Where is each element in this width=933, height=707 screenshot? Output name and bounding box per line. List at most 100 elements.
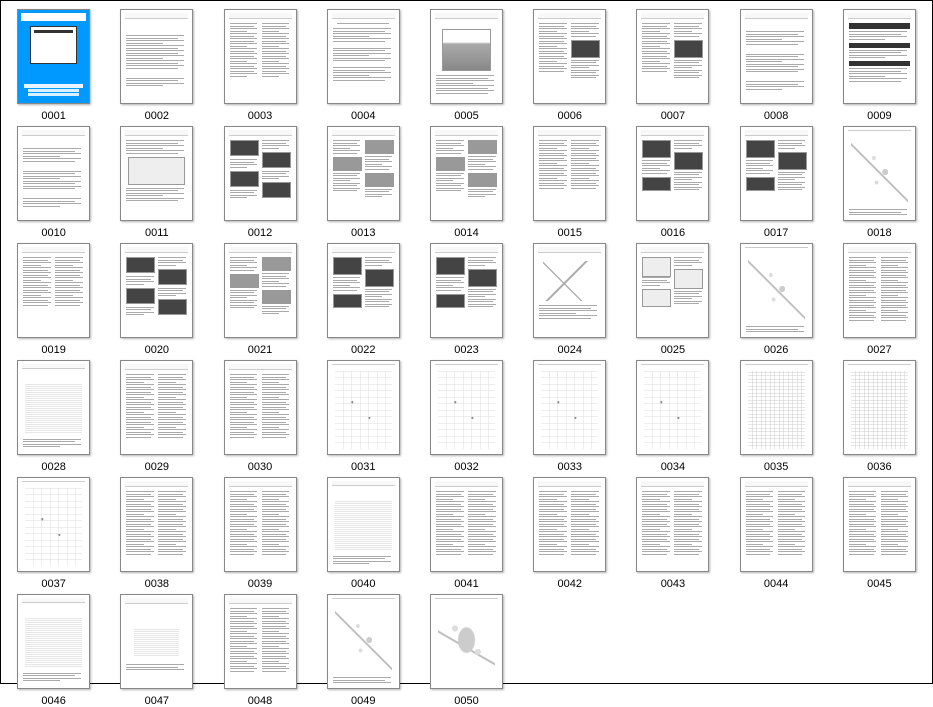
- page-thumbnail[interactable]: [224, 477, 297, 572]
- page-thumbnail[interactable]: [120, 126, 193, 221]
- thumbnail-cell: 0032: [418, 360, 515, 473]
- thumbnail-cell: 0049: [315, 594, 412, 707]
- page-thumbnail[interactable]: [17, 360, 90, 455]
- thumbnail-cell: 0029: [108, 360, 205, 473]
- page-thumbnail[interactable]: [636, 243, 709, 338]
- page-number-label: 0050: [454, 695, 478, 707]
- page-thumbnail[interactable]: [120, 360, 193, 455]
- page-thumbnail[interactable]: [843, 9, 916, 104]
- thumbnail-cell: 0010: [5, 126, 102, 239]
- page-thumbnail[interactable]: [120, 477, 193, 572]
- page-thumbnail[interactable]: [224, 360, 297, 455]
- page-number-label: 0029: [145, 461, 169, 473]
- page-thumbnail[interactable]: [17, 9, 90, 104]
- page-thumbnail[interactable]: [636, 477, 709, 572]
- page-number-label: 0019: [41, 344, 65, 356]
- page-thumbnail[interactable]: [224, 594, 297, 689]
- page-thumbnail[interactable]: [430, 126, 503, 221]
- page-number-label: 0031: [351, 461, 375, 473]
- page-number-label: 0012: [248, 227, 272, 239]
- thumbnail-cell: 0005: [418, 9, 515, 122]
- thumbnail-cell: 0031: [315, 360, 412, 473]
- page-thumbnail[interactable]: [430, 477, 503, 572]
- thumbnail-cell: 0027: [831, 243, 928, 356]
- thumbnail-cell: 0022: [315, 243, 412, 356]
- page-thumbnail[interactable]: [636, 9, 709, 104]
- page-number-label: 0032: [454, 461, 478, 473]
- page-number-label: 0021: [248, 344, 272, 356]
- thumbnail-cell: 0016: [624, 126, 721, 239]
- page-thumbnail[interactable]: [224, 126, 297, 221]
- page-thumbnail[interactable]: [843, 243, 916, 338]
- page-thumbnail[interactable]: [120, 9, 193, 104]
- page-thumbnail[interactable]: [327, 243, 400, 338]
- page-thumbnail[interactable]: [843, 360, 916, 455]
- page-thumbnail[interactable]: [327, 126, 400, 221]
- thumbnail-cell: 0001: [5, 9, 102, 122]
- page-number-label: 0010: [41, 227, 65, 239]
- page-thumbnail[interactable]: [843, 126, 916, 221]
- page-thumbnail[interactable]: [327, 360, 400, 455]
- page-thumbnail[interactable]: [740, 126, 813, 221]
- thumbnail-cell: 0028: [5, 360, 102, 473]
- thumbnail-cell: 0048: [211, 594, 308, 707]
- page-thumbnail[interactable]: [533, 9, 606, 104]
- page-thumbnail[interactable]: [740, 9, 813, 104]
- page-thumbnail[interactable]: [533, 126, 606, 221]
- page-thumbnail[interactable]: [430, 594, 503, 689]
- page-thumbnail[interactable]: [17, 243, 90, 338]
- page-thumbnail[interactable]: [120, 594, 193, 689]
- thumbnail-cell: 0045: [831, 477, 928, 590]
- page-number-label: 0043: [661, 578, 685, 590]
- page-thumbnail[interactable]: [224, 9, 297, 104]
- page-thumbnail[interactable]: [636, 126, 709, 221]
- page-thumbnail[interactable]: [17, 477, 90, 572]
- page-number-label: 0027: [867, 344, 891, 356]
- thumbnail-cell: 0018: [831, 126, 928, 239]
- page-thumbnail[interactable]: [843, 477, 916, 572]
- thumbnail-cell: 0006: [521, 9, 618, 122]
- page-thumbnail[interactable]: [430, 243, 503, 338]
- thumbnail-cell: 0050: [418, 594, 515, 707]
- page-number-label: 0049: [351, 695, 375, 707]
- page-number-label: 0006: [557, 110, 581, 122]
- page-thumbnail[interactable]: [740, 243, 813, 338]
- page-number-label: 0005: [454, 110, 478, 122]
- page-thumbnail[interactable]: [636, 360, 709, 455]
- thumbnail-cell: 0046: [5, 594, 102, 707]
- page-number-label: 0037: [41, 578, 65, 590]
- page-thumbnail[interactable]: [17, 594, 90, 689]
- page-number-label: 0030: [248, 461, 272, 473]
- page-thumbnail[interactable]: [533, 477, 606, 572]
- page-number-label: 0024: [557, 344, 581, 356]
- thumbnail-cell: 0047: [108, 594, 205, 707]
- thumbnail-cell: 0043: [624, 477, 721, 590]
- page-number-label: 0044: [764, 578, 788, 590]
- thumbnail-cell: 0042: [521, 477, 618, 590]
- thumbnail-cell: 0036: [831, 360, 928, 473]
- page-thumbnail[interactable]: [327, 477, 400, 572]
- thumbnail-cell: 0019: [5, 243, 102, 356]
- page-thumbnail[interactable]: [533, 243, 606, 338]
- page-thumbnail[interactable]: [17, 126, 90, 221]
- page-number-label: 0013: [351, 227, 375, 239]
- page-number-label: 0020: [145, 344, 169, 356]
- page-thumbnail[interactable]: [430, 360, 503, 455]
- page-number-label: 0004: [351, 110, 375, 122]
- thumbnail-cell: 0040: [315, 477, 412, 590]
- thumbnail-cell: 0007: [624, 9, 721, 122]
- page-thumbnail[interactable]: [430, 9, 503, 104]
- page-number-label: 0047: [145, 695, 169, 707]
- page-thumbnail[interactable]: [740, 360, 813, 455]
- page-thumbnail[interactable]: [740, 477, 813, 572]
- page-number-label: 0007: [661, 110, 685, 122]
- page-thumbnail[interactable]: [327, 9, 400, 104]
- thumbnail-cell: 0013: [315, 126, 412, 239]
- page-thumbnail[interactable]: [120, 243, 193, 338]
- page-thumbnail[interactable]: [327, 594, 400, 689]
- page-thumbnail[interactable]: [224, 243, 297, 338]
- page-number-label: 0001: [41, 110, 65, 122]
- page-thumbnail[interactable]: [533, 360, 606, 455]
- page-number-label: 0035: [764, 461, 788, 473]
- page-number-label: 0040: [351, 578, 375, 590]
